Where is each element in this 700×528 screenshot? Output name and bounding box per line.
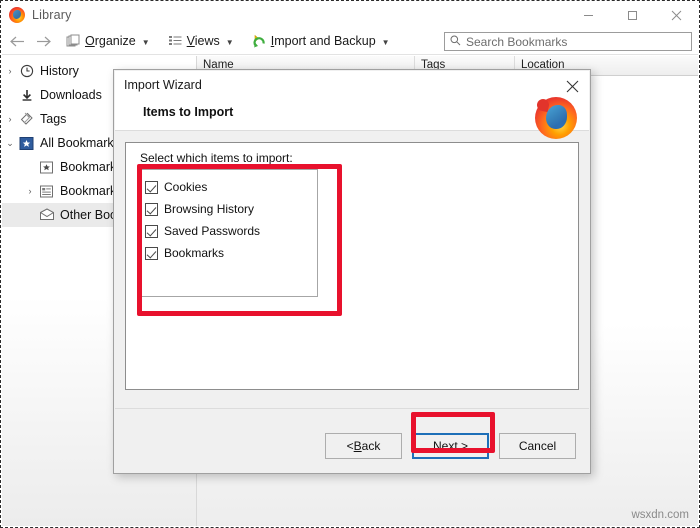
- chevron-right-icon[interactable]: ›: [22, 186, 38, 196]
- watermark: wsxdn.com: [631, 509, 689, 521]
- firefox-logo-icon: [9, 7, 25, 23]
- toolbar-item-views-label: Views: [186, 34, 220, 48]
- chevron-down-icon: ▼: [381, 37, 390, 47]
- search-input[interactable]: Search Bookmarks: [444, 32, 692, 51]
- sidebar-item-tags-label: Tags: [40, 112, 67, 126]
- back-arrow-icon[interactable]: [6, 30, 28, 52]
- checkbox-row-cookies[interactable]: Cookies: [145, 176, 317, 198]
- search-icon: [450, 33, 461, 51]
- toolbar-item-organize[interactable]: Organize ▼: [60, 30, 156, 52]
- checkbox-browsing-history[interactable]: [145, 202, 158, 216]
- dialog-caption: Import Wizard: [124, 78, 202, 92]
- clock-icon: [18, 63, 35, 79]
- chevron-right-icon[interactable]: ›: [2, 114, 18, 124]
- import-wizard-dialog: Import Wizard Items to Import Select whi…: [113, 69, 591, 474]
- toolbar-item-views[interactable]: Views ▼: [162, 30, 240, 52]
- organize-icon: [66, 34, 81, 49]
- library-toolbar: Organize ▼ Views ▼ Import and Backup ▼ S…: [2, 28, 698, 55]
- toolbar-item-import-and-backup[interactable]: Import and Backup ▼: [246, 30, 396, 52]
- chevron-right-icon[interactable]: ›: [2, 66, 18, 76]
- checkbox-browsing-history-label: Browsing History: [164, 202, 255, 216]
- forward-arrow-icon[interactable]: [32, 30, 54, 52]
- tag-icon: [18, 111, 35, 127]
- sidebar-item-history-label: History: [40, 64, 79, 78]
- other-bookmarks-icon: [38, 207, 55, 223]
- dialog-content-panel: Select which items to import: Cookies Br…: [125, 142, 579, 390]
- maximize-icon[interactable]: [610, 2, 654, 28]
- screenshot-root: Library Organize ▼ Views ▼ Import and Ba…: [0, 0, 700, 528]
- library-title-bar: Library: [2, 2, 698, 28]
- chevron-down-icon[interactable]: ⌄: [2, 138, 18, 149]
- dialog-subtitle: Items to Import: [143, 105, 234, 119]
- toolbar-item-import-and-backup-label: Import and Backup: [270, 34, 376, 48]
- checkbox-cookies-label: Cookies: [164, 180, 208, 194]
- checkbox-bookmarks[interactable]: [145, 246, 158, 260]
- bookmarks-toolbar-icon: [38, 159, 55, 175]
- import-items-checklist: Cookies Browsing History Saved Passwords…: [138, 169, 318, 297]
- window-controls: [566, 2, 698, 28]
- cancel-button[interactable]: Cancel: [499, 433, 576, 459]
- checkbox-row-bookmarks[interactable]: Bookmarks: [145, 242, 317, 264]
- bookmarks-menu-icon: [38, 183, 55, 199]
- next-button[interactable]: Next >: [412, 433, 489, 459]
- chevron-down-icon: ▼: [141, 37, 150, 47]
- sidebar-item-all-bookmarks-label: All Bookmarks: [40, 136, 120, 150]
- all-bookmarks-icon: [18, 135, 35, 151]
- dialog-button-bar: < Back Next > Cancel: [325, 433, 576, 459]
- checkbox-bookmarks-label: Bookmarks: [164, 246, 225, 260]
- firefox-logo-icon: [535, 97, 577, 139]
- dialog-separator: [115, 408, 589, 409]
- checkbox-saved-passwords[interactable]: [145, 224, 158, 238]
- checkbox-saved-passwords-label: Saved Passwords: [164, 224, 261, 238]
- import-backup-icon: [252, 34, 267, 49]
- checkbox-row-browsing-history[interactable]: Browsing History: [145, 198, 317, 220]
- select-items-label: Select which items to import:: [140, 151, 293, 165]
- download-icon: [18, 87, 35, 103]
- sidebar-item-downloads-label: Downloads: [40, 88, 102, 102]
- toolbar-item-organize-label: Organize: [85, 34, 136, 48]
- close-icon[interactable]: [561, 76, 583, 96]
- search-placeholder: Search Bookmarks: [466, 34, 568, 49]
- back-button[interactable]: < Back: [325, 433, 402, 459]
- checkbox-row-saved-passwords[interactable]: Saved Passwords: [145, 220, 317, 242]
- views-icon: [168, 34, 183, 49]
- chevron-down-icon: ▼: [225, 37, 234, 47]
- close-icon[interactable]: [654, 2, 698, 28]
- checkbox-cookies[interactable]: [145, 180, 158, 194]
- window-title: Library: [32, 8, 72, 22]
- minimize-icon[interactable]: [566, 2, 610, 28]
- dialog-header: Import Wizard Items to Import: [115, 71, 589, 139]
